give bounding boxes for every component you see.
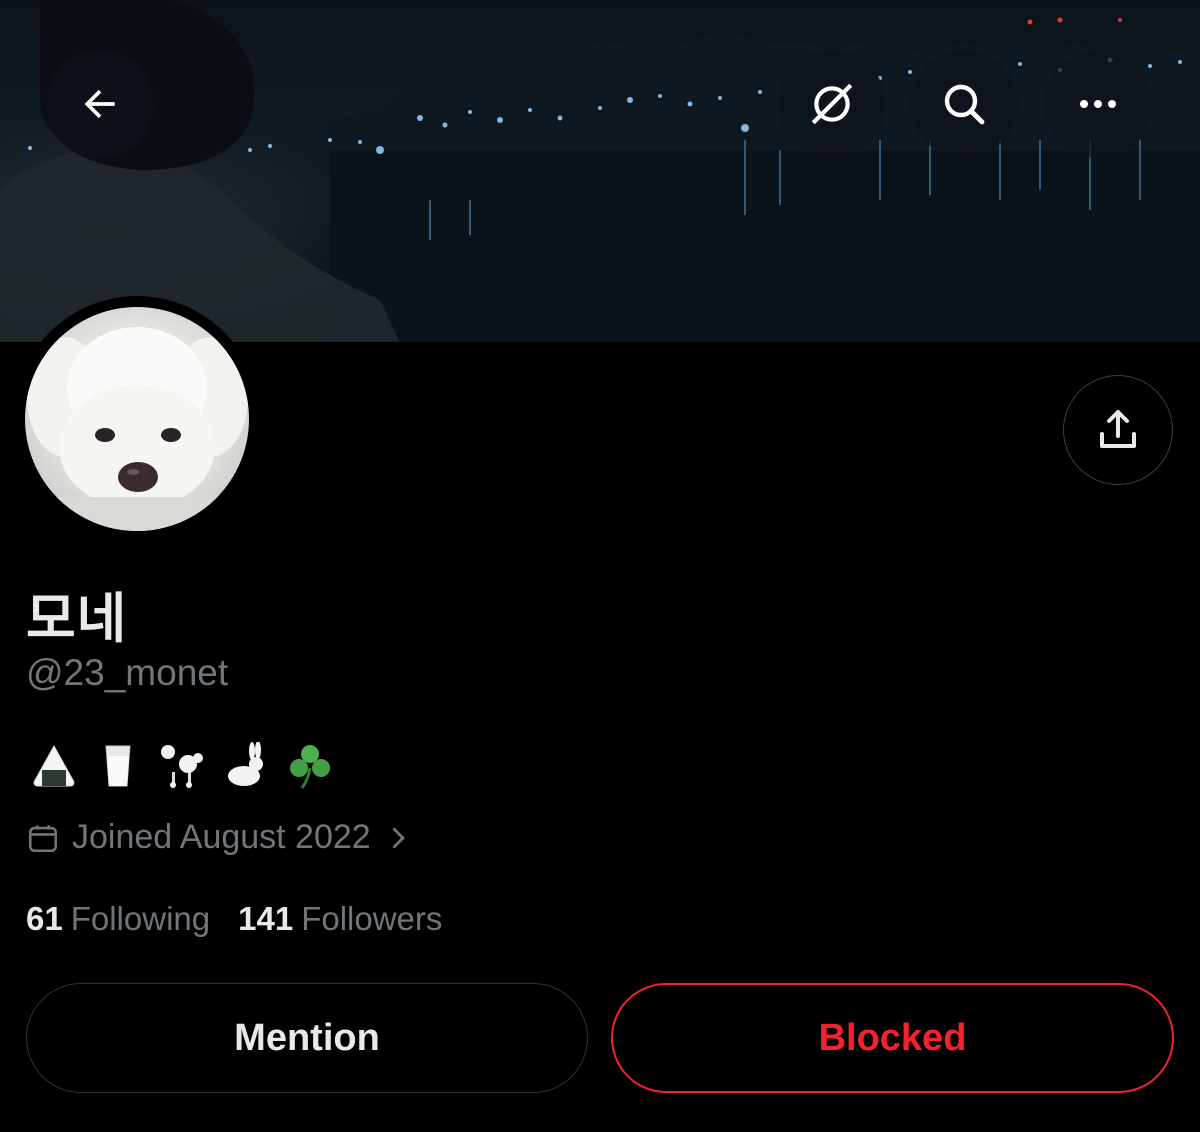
- mention-button[interactable]: Mention: [26, 983, 588, 1093]
- dog-avatar-image: [25, 327, 249, 531]
- rabbit-icon: [218, 738, 274, 794]
- more-icon: [1080, 100, 1116, 108]
- search-icon: [944, 84, 985, 125]
- joined-date: Joined August 2022: [72, 818, 371, 856]
- followers-count: 141: [238, 900, 294, 937]
- search-button[interactable]: [910, 50, 1018, 158]
- bio: [26, 738, 338, 794]
- chevron-right-icon: [392, 827, 405, 848]
- avatar: [25, 307, 249, 531]
- joined-date-link[interactable]: Joined August 2022: [26, 818, 413, 857]
- grok-button[interactable]: [778, 50, 886, 158]
- grok-icon: [811, 83, 853, 125]
- followers-label: Followers: [301, 900, 443, 937]
- rice-ball-icon: [26, 738, 82, 794]
- share-profile-button[interactable]: [1063, 375, 1173, 485]
- follow-stats: 61 Following 141 Followers: [26, 900, 442, 938]
- shamrock-icon: [282, 738, 338, 794]
- poodle-icon: [154, 738, 210, 794]
- profile-banner[interactable]: [0, 0, 1200, 342]
- followers-link[interactable]: 141 Followers: [238, 900, 442, 938]
- share-icon: [1100, 410, 1136, 448]
- handle: @23_monet: [26, 652, 229, 693]
- back-arrow-icon: [84, 89, 115, 119]
- profile-page: 모네 @23_monet Joined August 2022 61 Follo…: [0, 0, 1200, 1132]
- back-button[interactable]: [46, 50, 154, 158]
- avatar-container[interactable]: [14, 296, 260, 542]
- following-count: 61: [26, 900, 63, 937]
- following-label: Following: [70, 900, 211, 937]
- milk-glass-icon: [90, 738, 146, 794]
- more-options-button[interactable]: [1044, 50, 1152, 158]
- following-link[interactable]: 61 Following: [26, 900, 210, 938]
- calendar-icon: [28, 824, 58, 852]
- night-city-banner-image: [0, 0, 1200, 342]
- blocked-button[interactable]: Blocked: [611, 983, 1174, 1093]
- display-name: 모네: [26, 589, 128, 649]
